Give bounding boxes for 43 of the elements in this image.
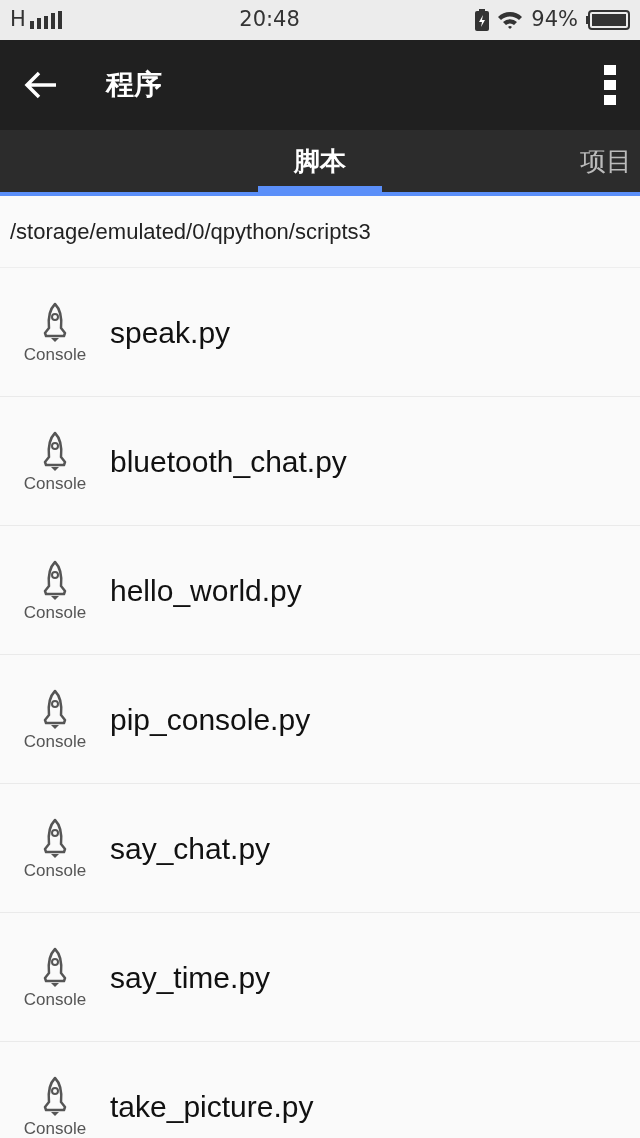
script-name: say_chat.py — [110, 830, 271, 867]
script-name: say_time.py — [110, 959, 271, 996]
icon-label: Console — [23, 861, 87, 879]
tab[interactable]: 项目 — [580, 130, 632, 192]
icon-label: Console — [23, 990, 87, 1008]
script-item[interactable]: Console speak.py — [0, 268, 640, 397]
script-item[interactable]: Console say_time.py — [0, 913, 640, 1042]
script-name: speak.py — [110, 314, 231, 351]
script-name: hello_world.py — [110, 572, 302, 609]
script-item[interactable]: Console bluetooth_chat.py — [0, 397, 640, 526]
folder-path: /storage/emulated/0/qpython/scripts3 — [0, 196, 640, 268]
tab[interactable]: 脚本 — [258, 130, 382, 192]
icon-label: Console — [23, 603, 87, 621]
menu-icon — [604, 65, 616, 105]
script-item[interactable]: Console hello_world.py — [0, 526, 640, 655]
script-name: bluetooth_chat.py — [110, 443, 347, 480]
rocket-icon — [42, 817, 68, 858]
rocket-icon — [42, 946, 68, 987]
battery-percent: 94% — [531, 6, 578, 34]
rocket-icon — [42, 1075, 68, 1116]
rocket-icon — [42, 559, 68, 600]
icon-label: Console — [23, 1119, 87, 1137]
script-name: pip_console.py — [110, 701, 311, 738]
rocket-icon — [42, 688, 68, 729]
battery-icon — [586, 10, 630, 30]
rocket-icon — [42, 430, 68, 471]
icon-label: Console — [23, 732, 87, 750]
icon-label: Console — [23, 345, 87, 363]
script-item[interactable]: Console say_chat.py — [0, 784, 640, 913]
wifi-icon — [497, 10, 524, 30]
charging-icon — [475, 9, 490, 31]
back-button[interactable] — [24, 70, 58, 100]
signal-icon — [29, 11, 64, 29]
script-name: take_picture.py — [110, 1088, 314, 1125]
clock: 20:48 — [239, 6, 300, 34]
script-item[interactable]: Console pip_console.py — [0, 655, 640, 784]
screen-title: 程序 — [106, 67, 162, 103]
back-arrow-icon — [24, 70, 58, 100]
overflow-menu-button[interactable] — [604, 65, 616, 105]
script-item[interactable]: Console take_picture.py — [0, 1042, 640, 1138]
icon-label: Console — [23, 474, 87, 492]
rocket-icon — [42, 301, 68, 342]
network-type: H — [10, 6, 26, 34]
